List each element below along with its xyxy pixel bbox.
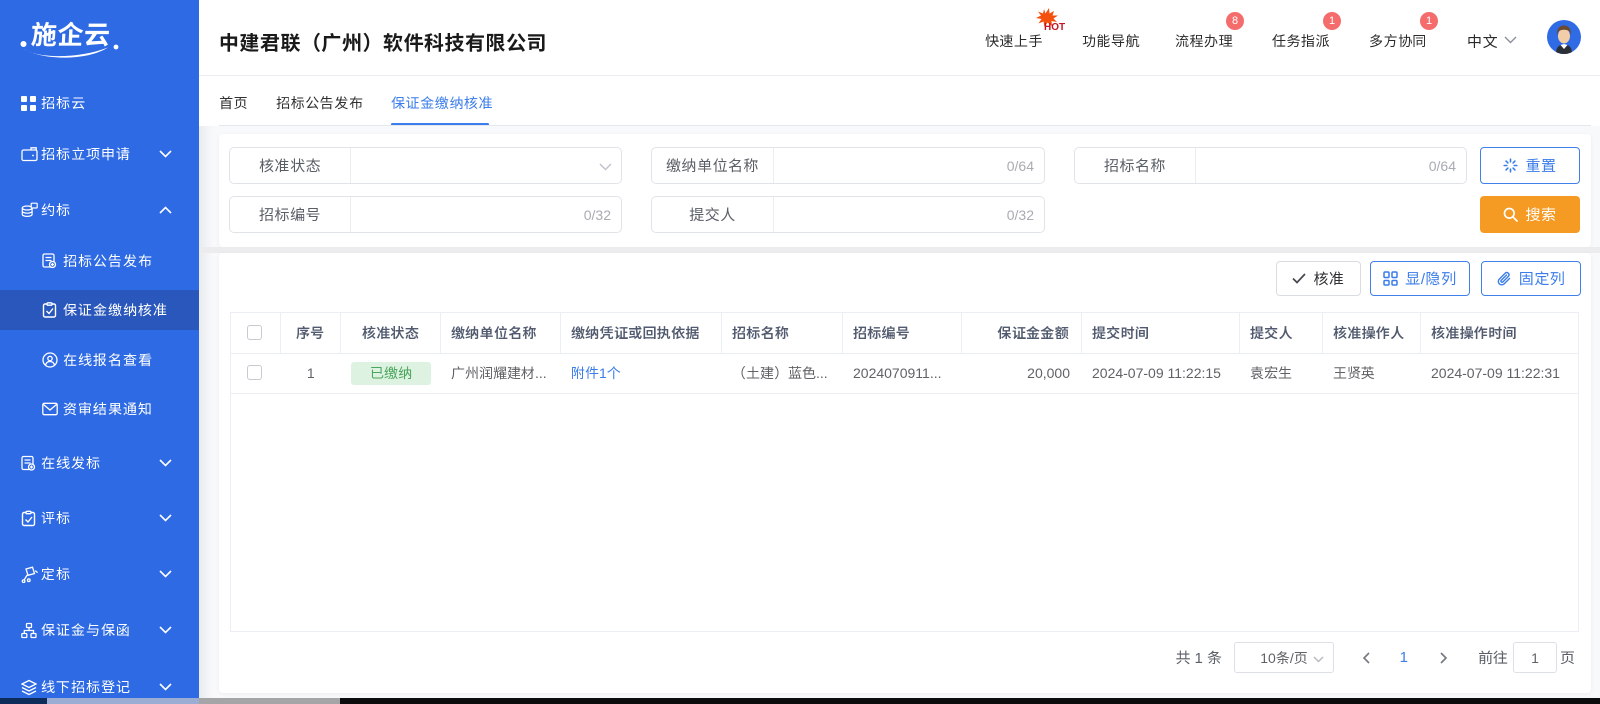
svg-text:HOT: HOT: [1044, 22, 1065, 33]
